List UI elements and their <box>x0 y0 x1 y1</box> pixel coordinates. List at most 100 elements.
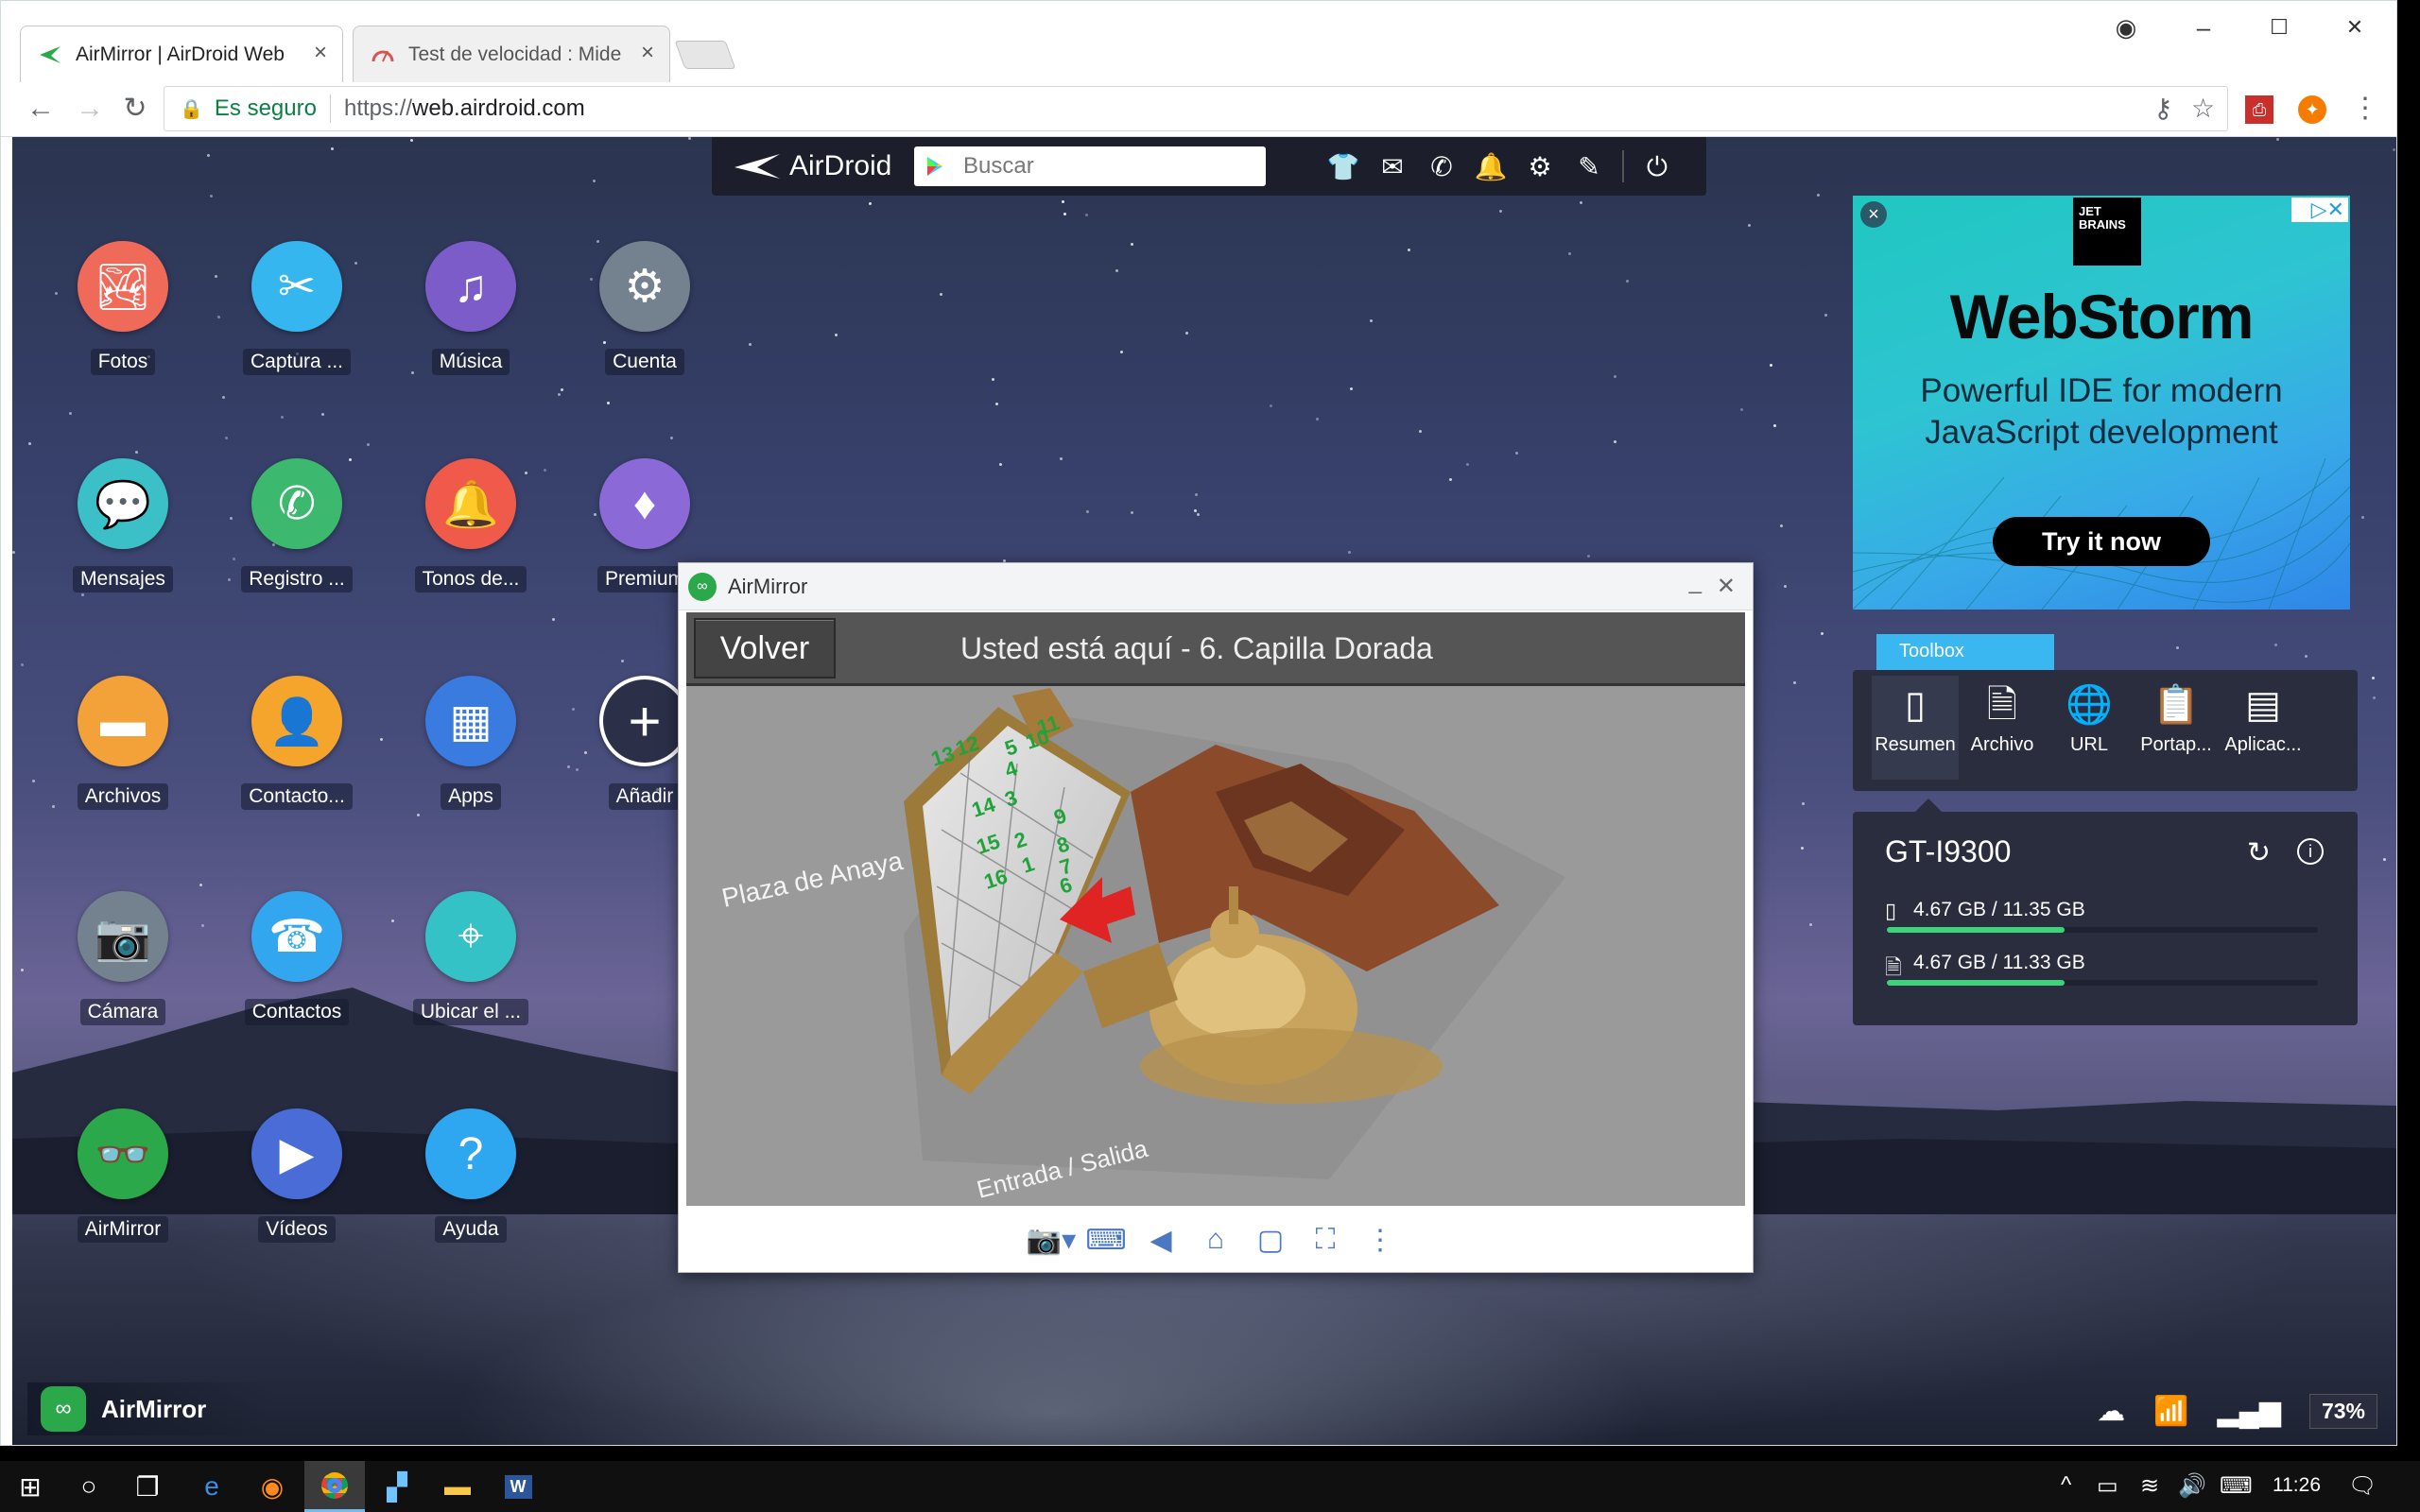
power-icon[interactable]: ⏻ <box>1640 150 1674 184</box>
key-icon[interactable]: ⚷ <box>2153 93 2173 124</box>
notifications-icon[interactable]: 🗨 <box>2348 1472 2377 1500</box>
gear-icon[interactable]: ⚙ <box>1523 150 1557 184</box>
close-tab-icon[interactable]: × <box>314 40 327 66</box>
keyboard-layout-icon[interactable]: ⌨ <box>2220 1472 2253 1500</box>
ad-close-icon[interactable]: × <box>1860 201 1887 228</box>
app-icon[interactable]: ▞ <box>367 1461 427 1512</box>
fullscreen-icon[interactable]: ⛶ <box>1298 1224 1353 1256</box>
airmirror-titlebar[interactable]: ∞ AirMirror _ ✕ <box>679 563 1753 610</box>
desktop-icon-archivos[interactable]: ▬ Archivos <box>52 676 194 815</box>
word-icon[interactable]: W <box>488 1461 548 1512</box>
menu-icon[interactable]: ⋮ <box>2351 92 2379 125</box>
desktop-icon-cámara[interactable]: 📷 Cámara <box>52 891 194 1030</box>
task-view-icon[interactable]: ❐ <box>117 1461 178 1512</box>
airmirror-dock-item[interactable]: ∞ AirMirror <box>27 1383 273 1435</box>
star <box>12 551 15 554</box>
desktop-icon-label: AirMirror <box>77 1216 169 1243</box>
windows-start-icon[interactable]: ⊞ <box>0 1461 60 1512</box>
minimize-button[interactable]: – <box>2175 9 2232 46</box>
desktop-icon-label: Fotos <box>90 349 156 375</box>
info-icon[interactable]: i <box>2297 838 2324 865</box>
app-icon: 👤 <box>251 676 342 766</box>
minimize-window-button[interactable]: _ <box>1689 569 1702 595</box>
toolbox-aplicaciones[interactable]: ▤ Aplicac... <box>2220 676 2307 780</box>
speedtest-favicon-icon <box>372 50 394 61</box>
desktop-icon-airmirror[interactable]: 👓 AirMirror <box>52 1108 194 1247</box>
firefox-icon[interactable]: ◉ <box>242 1461 302 1512</box>
more-icon[interactable]: ⋮ <box>1353 1224 1408 1257</box>
edge-icon[interactable]: e <box>182 1461 242 1512</box>
tab-airmirror[interactable]: AirMirror | AirDroid Web × <box>20 26 343 82</box>
toolbox-tab[interactable]: Toolbox <box>1876 634 2054 670</box>
desktop-icon-mensajes[interactable]: 💬 Mensajes <box>52 458 194 597</box>
pen-icon[interactable]: ✎ <box>1572 150 1606 184</box>
keyboard-icon[interactable]: ⌨ <box>1079 1224 1133 1257</box>
toolbox-resumen[interactable]: ▯ Resumen <box>1872 676 1959 780</box>
desktop-icon-label: Cámara <box>79 999 166 1025</box>
star <box>2373 696 2376 699</box>
refresh-icon[interactable]: ↻ <box>2247 836 2271 869</box>
tab-speedtest[interactable]: Test de velocidad : Mide × <box>353 26 670 82</box>
desktop-icon-tonos-de[interactable]: 🔔 Tonos de... <box>400 458 542 597</box>
maximize-button[interactable]: ☐ <box>2251 9 2308 46</box>
volver-button[interactable]: Volver <box>694 618 836 679</box>
desktop-icon-ayuda[interactable]: ? Ayuda <box>400 1108 542 1247</box>
app-icon: 🔔 <box>425 458 516 549</box>
back-icon[interactable]: ◀ <box>1133 1224 1188 1257</box>
forward-button[interactable]: → <box>71 90 109 128</box>
close-window-button[interactable]: ✕ <box>1717 573 1736 600</box>
star <box>281 416 284 419</box>
toolbox-archivo[interactable]: 🗎 Archivo <box>1959 676 2046 780</box>
webstorm-ad[interactable]: JET BRAINS WebStorm Powerful IDE for mod… <box>1853 196 2350 610</box>
chrome-icon[interactable] <box>304 1461 365 1512</box>
extension-icon[interactable]: ✦ <box>2298 95 2326 124</box>
back-button[interactable]: ← <box>22 90 60 128</box>
airmirror-window[interactable]: ∞ AirMirror _ ✕ Volver Usted está aquí -… <box>678 562 1754 1273</box>
phone-icon[interactable]: ✆ <box>1425 150 1459 184</box>
desktop-icon-contactos[interactable]: ☎ Contactos <box>226 891 368 1030</box>
phone-storage-icon: ▯ <box>1885 899 1897 922</box>
desktop-icon-vídeos[interactable]: ▶ Vídeos <box>226 1108 368 1247</box>
clock[interactable]: 11:26 <box>2273 1474 2321 1497</box>
reload-button[interactable]: ↻ <box>116 90 154 128</box>
jetbrains-logo: JET BRAINS <box>2073 198 2141 266</box>
new-tab-button[interactable] <box>674 41 736 69</box>
desktop-icon-música[interactable]: ♫ Música <box>400 241 542 380</box>
star <box>1515 452 1518 455</box>
profile-icon[interactable]: ◉ <box>2098 9 2154 46</box>
home-icon[interactable]: ⌂ <box>1188 1224 1243 1256</box>
desktop-icon-label: Música <box>431 349 510 375</box>
desktop-icon-captura[interactable]: ✂ Captura ... <box>226 241 368 380</box>
search-input[interactable]: Buscar <box>914 146 1266 186</box>
desktop-icon-apps[interactable]: ▦ Apps <box>400 676 542 815</box>
desktop-icon-registro[interactable]: ✆ Registro ... <box>226 458 368 597</box>
mail-icon[interactable]: ✉ <box>1375 150 1409 184</box>
cortana-icon[interactable]: ○ <box>59 1461 119 1512</box>
file-explorer-icon[interactable]: ▬ <box>427 1461 488 1512</box>
toolbox-portapapeles[interactable]: 📋 Portap... <box>2133 676 2220 780</box>
desktop-icon-fotos[interactable]: 🏞 Fotos <box>52 241 194 380</box>
camera-icon[interactable]: 📷▾ <box>1024 1224 1079 1257</box>
close-window-button[interactable]: ✕ <box>2326 9 2383 46</box>
network-icon[interactable]: ≋ <box>2140 1472 2159 1500</box>
shirt-icon[interactable]: 👕 <box>1326 150 1360 184</box>
airdroid-logo[interactable]: AirDroid <box>735 148 891 184</box>
star-icon[interactable]: ☆ <box>2191 93 2215 124</box>
pdf-extension-icon[interactable]: ⎙ <box>2245 95 2273 124</box>
volume-icon[interactable]: 🔊 <box>2178 1472 2206 1500</box>
recents-icon[interactable]: ▢ <box>1243 1224 1298 1257</box>
close-tab-icon[interactable]: × <box>641 40 654 66</box>
desktop-icon-contacto[interactable]: 👤 Contacto... <box>226 676 368 815</box>
bell-icon[interactable]: 🔔 <box>1474 150 1508 184</box>
adchoices-icon[interactable]: ▷✕ <box>2291 198 2348 222</box>
address-bar[interactable]: 🔒 Es seguro https://web.airdroid.com ⚷ ☆ <box>164 86 2228 131</box>
try-it-now-button[interactable]: Try it now <box>1993 517 2210 566</box>
star <box>331 147 334 150</box>
battery-tray-icon[interactable]: ▭ <box>2097 1472 2118 1500</box>
desktop-icon-ubicar-el[interactable]: ⌖ Ubicar el ... <box>400 891 542 1030</box>
toolbox-url[interactable]: 🌐 URL <box>2046 676 2133 780</box>
desktop-icon-cuenta[interactable]: ⚙ Cuenta <box>574 241 716 380</box>
phone-screen[interactable]: Volver Usted está aquí - 6. Capilla Dora… <box>686 612 1745 1206</box>
star <box>670 437 673 439</box>
tray-overflow-icon[interactable]: ^ <box>2061 1472 2071 1499</box>
